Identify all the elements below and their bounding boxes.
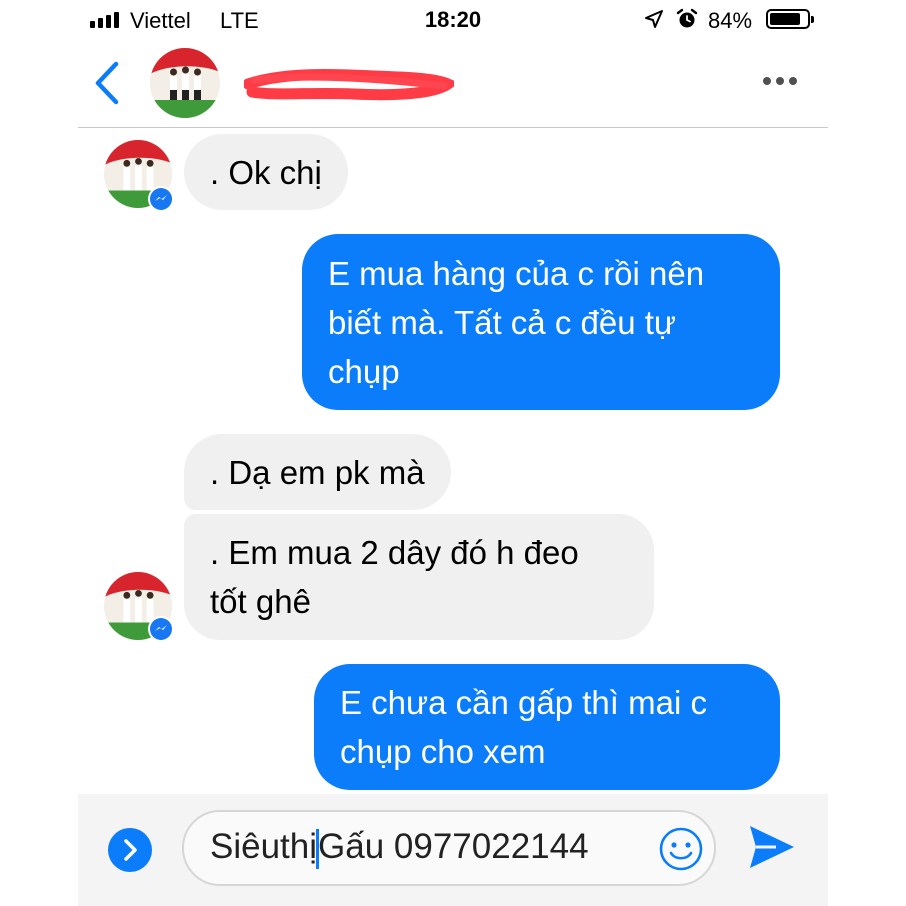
status-bar: Viettel LTE 18:20 84% (78, 0, 828, 40)
conversation-header (78, 40, 828, 128)
messenger-badge-icon (148, 186, 174, 212)
contact-avatar[interactable] (150, 48, 220, 118)
message-input[interactable]: SiêuthịGấu 0977022144 (182, 810, 716, 886)
send-arrow-icon[interactable] (746, 822, 798, 872)
message-thread: . Ok chị E mua hàng của c rồi nên biết m… (78, 128, 828, 794)
input-text-after-caret: Gấu 0977022144 (318, 827, 589, 866)
message-bubble-outgoing[interactable]: E chưa cần gấp thì mai c chụp cho xem (314, 664, 780, 790)
message-text: . Ok chị (210, 154, 322, 191)
ellipsis-icon[interactable] (762, 74, 798, 88)
message-line: biết mà. Tất cả c đều tự (328, 304, 676, 341)
messenger-screen: Viettel LTE 18:20 84% . Ok chị E mua hàn… (78, 0, 828, 906)
message-line: . Em mua 2 dây đó h đeo (210, 534, 579, 571)
message-line: chụp cho xem (340, 733, 546, 770)
input-text-before-caret: Siêuthị (210, 827, 318, 866)
message-line: E mua hàng của c rồi nên (328, 255, 705, 292)
battery-percent: 84% (708, 8, 753, 33)
message-input-text[interactable]: SiêuthịGấu 0977022144 (210, 827, 589, 869)
message-bubble-outgoing[interactable]: E mua hàng của c rồi nên biết mà. Tất cả… (302, 234, 780, 410)
message-text: . Dạ em pk mà (210, 454, 425, 491)
alarm-clock-icon (676, 8, 698, 28)
message-line: chụp (328, 353, 400, 390)
message-line: E chưa cần gấp thì mai c (340, 684, 707, 721)
messenger-badge-icon (148, 616, 174, 642)
chevron-left-icon[interactable] (92, 60, 122, 106)
battery-icon (766, 9, 814, 29)
smiley-icon[interactable] (658, 826, 704, 872)
redacted-contact-name (244, 69, 454, 101)
message-bubble-incoming[interactable]: . Ok chị (184, 134, 348, 210)
message-composer: SiêuthịGấu 0977022144 (78, 794, 828, 906)
location-arrow-icon (645, 10, 663, 28)
chevron-right-icon[interactable] (108, 828, 152, 872)
message-bubble-incoming[interactable]: . Em mua 2 dây đó h đeo tốt ghê (184, 514, 654, 640)
message-bubble-incoming[interactable]: . Dạ em pk mà (184, 434, 451, 510)
message-line: tốt ghê (210, 583, 311, 620)
